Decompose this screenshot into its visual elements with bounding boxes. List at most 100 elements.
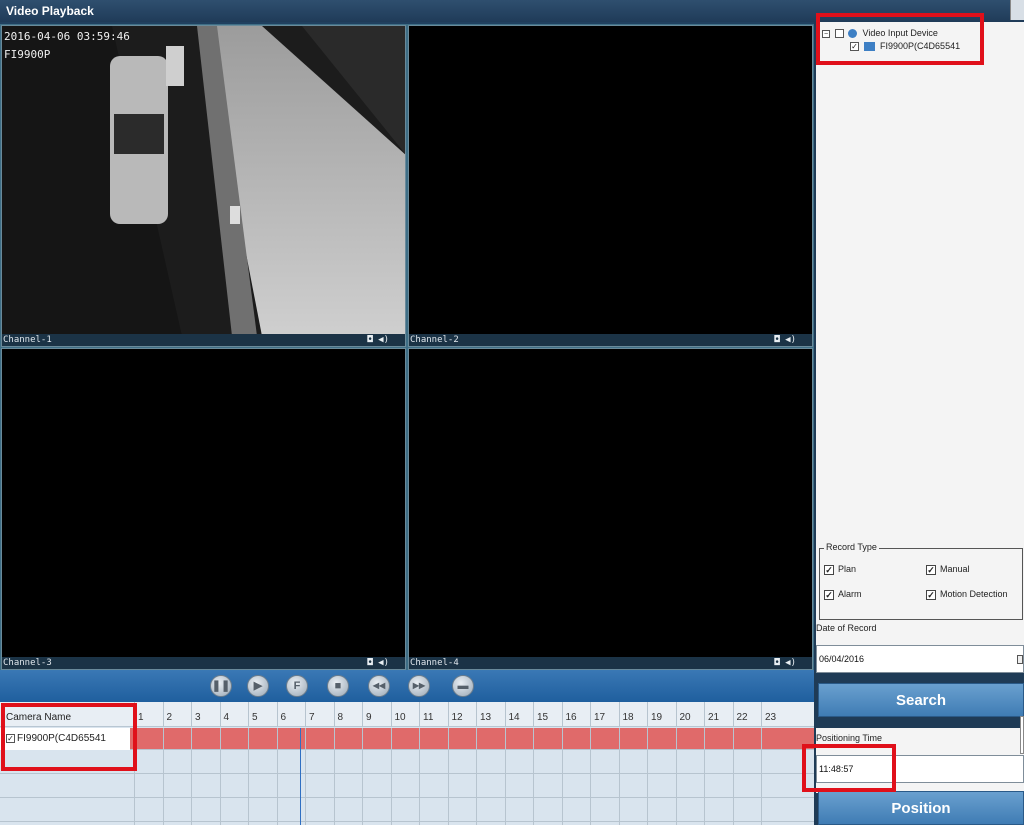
hour-gridline bbox=[732, 728, 734, 825]
hour-tick: 5 bbox=[248, 702, 277, 727]
hour-tick: 2 bbox=[162, 702, 192, 727]
search-button[interactable]: Search bbox=[818, 683, 1024, 717]
hour-tick: 17 bbox=[590, 702, 619, 727]
calendar-icon[interactable] bbox=[1017, 655, 1023, 664]
video-playback-window: Video Playback 2016-04-06 03:59:46 FI990… bbox=[0, 0, 1024, 825]
hour-gridline bbox=[419, 728, 420, 825]
hour-tick: 23 bbox=[761, 702, 790, 727]
manual-checkbox[interactable]: ✓ Manual bbox=[926, 564, 970, 575]
window-title: Video Playback bbox=[6, 4, 94, 18]
hour-tick: 20 bbox=[675, 702, 705, 727]
timeline-row bbox=[0, 774, 814, 798]
hour-gridline bbox=[362, 728, 363, 825]
pause-button[interactable]: ❚❚ bbox=[210, 675, 232, 697]
snapshot-icon[interactable]: ◘ bbox=[774, 335, 779, 345]
camera-feed: 2016-04-06 03:59:46 FI9900P bbox=[2, 26, 405, 334]
speaker-icon[interactable]: ◀) bbox=[378, 658, 389, 668]
window-control-button[interactable] bbox=[1010, 0, 1024, 20]
rewind-button[interactable]: ◀◀ bbox=[368, 675, 390, 697]
channel-4-view[interactable]: Channel-4 ◘ ◀) bbox=[408, 348, 813, 670]
video-grid: 2016-04-06 03:59:46 FI9900P Channel-1 ◘ … bbox=[0, 24, 814, 670]
highlight-box-camera-name bbox=[1, 703, 137, 771]
hour-tick: 8 bbox=[333, 702, 363, 727]
camera-feed bbox=[409, 349, 812, 657]
hour-gridline bbox=[333, 728, 335, 825]
date-of-record-input[interactable]: 06/04/2016 bbox=[816, 645, 1024, 673]
hour-tick: 6 bbox=[276, 702, 306, 727]
scroll-edge bbox=[1020, 716, 1024, 754]
hour-tick: 15 bbox=[533, 702, 562, 727]
stop-button[interactable]: ■ bbox=[327, 675, 349, 697]
channel-footer: Channel-2 ◘ ◀) bbox=[409, 334, 812, 346]
hour-gridline bbox=[647, 728, 648, 825]
channel-2-view[interactable]: Channel-2 ◘ ◀) bbox=[408, 25, 813, 347]
hour-tick: 12 bbox=[447, 702, 477, 727]
date-of-record-label: Date of Record bbox=[816, 623, 877, 633]
speaker-icon[interactable]: ◀) bbox=[378, 335, 389, 345]
hour-gridline bbox=[390, 728, 392, 825]
hour-gridline bbox=[447, 728, 449, 825]
hour-gridline bbox=[162, 728, 164, 825]
channel-footer: Channel-1 ◘ ◀) bbox=[2, 334, 405, 346]
osd-timestamp: 2016-04-06 03:59:46 bbox=[4, 30, 130, 43]
hour-tick: 21 bbox=[704, 702, 733, 727]
folder-button[interactable]: ▬ bbox=[452, 675, 474, 697]
hour-tick: 9 bbox=[362, 702, 391, 727]
motion-detection-checkbox[interactable]: ✓ Motion Detection bbox=[926, 589, 1008, 600]
highlight-box-positioning-time bbox=[802, 744, 896, 792]
hour-gridline bbox=[761, 728, 762, 825]
hour-tick: 13 bbox=[476, 702, 505, 727]
camera-feed bbox=[2, 349, 405, 657]
positioning-time-label: Positioning Time bbox=[816, 733, 883, 743]
hour-gridline bbox=[561, 728, 563, 825]
channel-footer: Channel-3 ◘ ◀) bbox=[2, 657, 405, 669]
record-type-panel: Record Type ✓ Plan ✓ Manual ✓ Alarm ✓ Motion… bbox=[816, 532, 1024, 652]
channel-footer: Channel-4 ◘ ◀) bbox=[409, 657, 812, 669]
timeline-cursor[interactable] bbox=[300, 728, 301, 825]
hour-tick: 19 bbox=[647, 702, 676, 727]
fast-forward-button[interactable]: F bbox=[286, 675, 308, 697]
channel-label: Channel-2 bbox=[410, 335, 459, 345]
night-street-scene bbox=[2, 26, 405, 334]
hour-gridline bbox=[675, 728, 677, 825]
hour-tick: 4 bbox=[219, 702, 249, 727]
hour-gridline bbox=[704, 728, 705, 825]
timeline-row bbox=[0, 798, 814, 822]
channel-3-view[interactable]: Channel-3 ◘ ◀) bbox=[1, 348, 406, 670]
playback-controls: ❚❚ ▶ F ■ ◀◀ ▶▶ ▬ bbox=[0, 670, 814, 702]
forward-button[interactable]: ▶▶ bbox=[408, 675, 430, 697]
hour-gridline bbox=[590, 728, 591, 825]
hour-tick: 7 bbox=[305, 702, 334, 727]
speaker-icon[interactable]: ◀) bbox=[785, 335, 796, 345]
hour-tick: 10 bbox=[390, 702, 420, 727]
snapshot-icon[interactable]: ◘ bbox=[367, 658, 372, 668]
snapshot-icon[interactable]: ◘ bbox=[367, 335, 372, 345]
hour-tick: 3 bbox=[191, 702, 220, 727]
hour-gridline bbox=[533, 728, 534, 825]
hour-gridline bbox=[276, 728, 278, 825]
alarm-checkbox[interactable]: ✓ Alarm bbox=[824, 589, 862, 600]
speaker-icon[interactable]: ◀) bbox=[785, 658, 796, 668]
record-type-group bbox=[819, 548, 1023, 620]
hour-tick: 18 bbox=[618, 702, 648, 727]
device-tree: − Video Input Device ✓ FI9900P(C4D65541 bbox=[816, 22, 1024, 532]
plan-checkbox[interactable]: ✓ Plan bbox=[824, 564, 856, 575]
hour-gridline bbox=[305, 728, 306, 825]
hour-gridline bbox=[618, 728, 620, 825]
right-panel: − Video Input Device ✓ FI9900P(C4D65541 … bbox=[814, 22, 1024, 825]
osd-model: FI9900P bbox=[4, 48, 51, 61]
hour-tick: 11 bbox=[419, 702, 448, 727]
hour-gridline bbox=[219, 728, 221, 825]
snapshot-icon[interactable]: ◘ bbox=[774, 658, 779, 668]
channel-1-view[interactable]: 2016-04-06 03:59:46 FI9900P Channel-1 ◘ … bbox=[1, 25, 406, 347]
position-button[interactable]: Position bbox=[818, 791, 1024, 825]
play-button[interactable]: ▶ bbox=[247, 675, 269, 697]
hour-gridline bbox=[476, 728, 477, 825]
channel-label: Channel-1 bbox=[3, 335, 52, 345]
hour-tick: 1 bbox=[134, 702, 163, 727]
hour-tick: 22 bbox=[732, 702, 762, 727]
channel-label: Channel-3 bbox=[3, 658, 52, 668]
highlight-box-device-tree bbox=[816, 13, 984, 65]
channel-label: Channel-4 bbox=[410, 658, 459, 668]
hour-gridline bbox=[504, 728, 506, 825]
